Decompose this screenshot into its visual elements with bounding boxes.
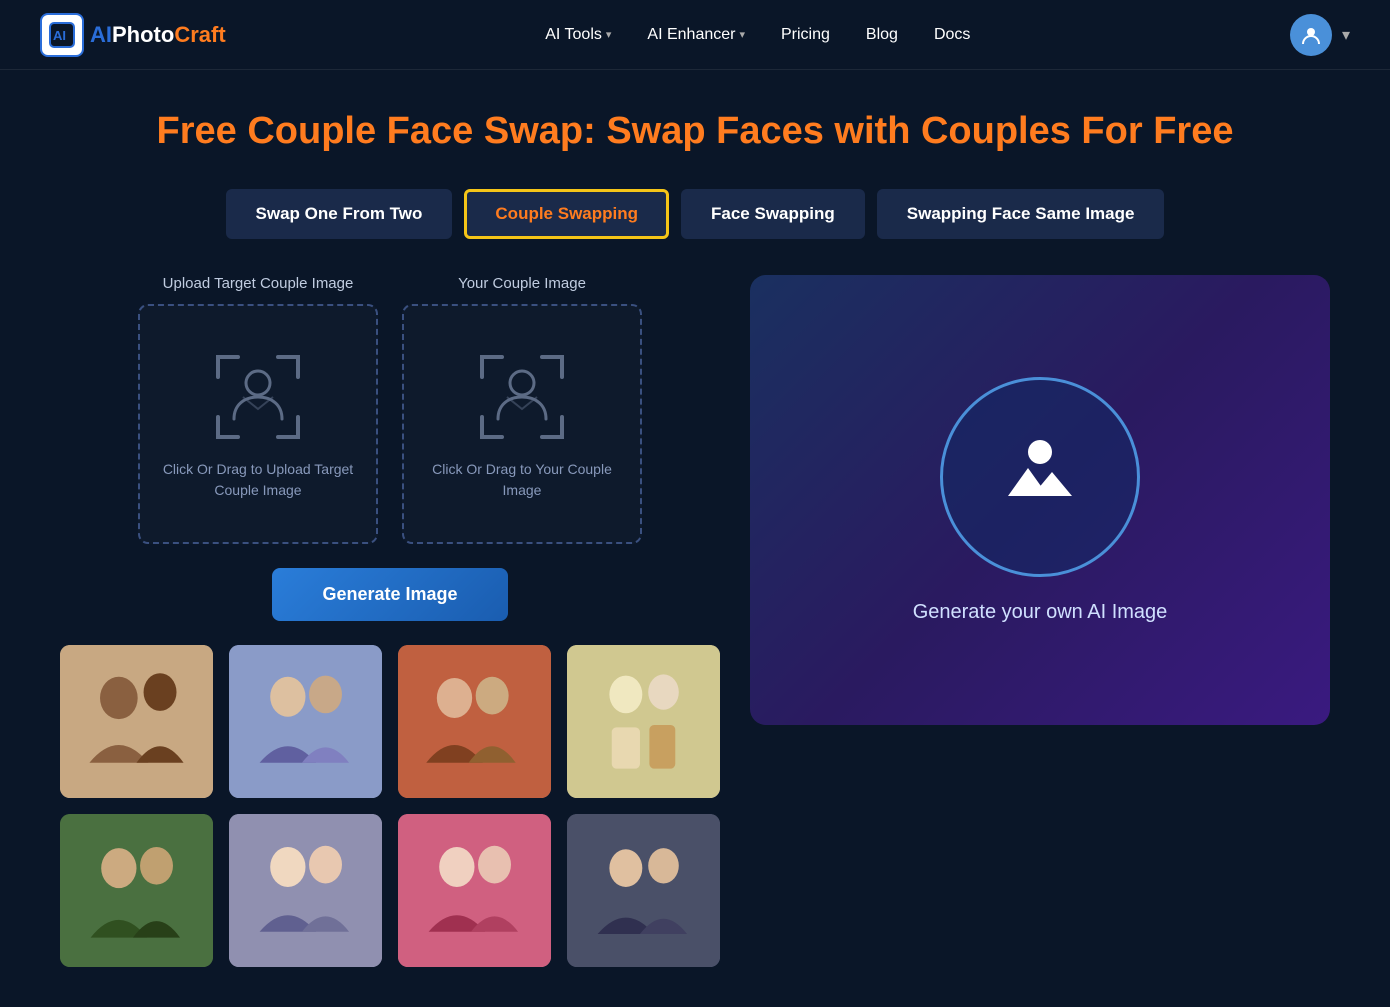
generate-label: Generate your own AI Image: [913, 601, 1168, 624]
chevron-down-icon: ▾: [739, 28, 745, 41]
nav-chevron-icon[interactable]: ▾: [1342, 25, 1350, 45]
sample-image-7[interactable]: [398, 814, 551, 967]
nav-ai-enhancer[interactable]: AI Enhancer ▾: [633, 18, 759, 52]
face-scan-icon: [208, 347, 308, 447]
chevron-down-icon: ▾: [606, 28, 612, 41]
generate-button[interactable]: Generate Image: [272, 568, 507, 621]
right-panel: Generate your own AI Image: [750, 275, 1330, 725]
your-upload-wrapper: Your Couple Image Click Or Drag to Your …: [402, 275, 642, 544]
tab-bar: Swap One From Two Couple Swapping Face S…: [60, 189, 1330, 239]
your-upload-label: Your Couple Image: [458, 275, 586, 292]
svg-text:AI: AI: [53, 28, 66, 43]
sample-image-1[interactable]: [60, 645, 213, 798]
logo-icon: AI: [40, 13, 84, 57]
logo[interactable]: AI AIPhotoCraft: [40, 13, 226, 57]
target-upload-wrapper: Upload Target Couple Image: [138, 275, 378, 544]
target-upload-box[interactable]: Click Or Drag to Upload Target Couple Im…: [138, 304, 378, 544]
target-upload-label: Upload Target Couple Image: [163, 275, 354, 292]
user-avatar-button[interactable]: [1290, 14, 1332, 56]
left-panel: Upload Target Couple Image: [60, 275, 720, 967]
page-title: Free Couple Face Swap: Swap Faces with C…: [60, 110, 1330, 153]
your-upload-box[interactable]: Click Or Drag to Your Couple Image: [402, 304, 642, 544]
nav-links: AI Tools ▾ AI Enhancer ▾ Pricing Blog Do…: [531, 18, 984, 52]
ai-image-circle: [940, 377, 1140, 577]
content-area: Upload Target Couple Image: [60, 275, 1330, 967]
tab-swapping-face-same-image[interactable]: Swapping Face Same Image: [877, 189, 1165, 239]
sample-image-8[interactable]: [567, 814, 720, 967]
your-upload-text: Click Or Drag to Your Couple Image: [404, 459, 640, 501]
tab-swap-one-from-two[interactable]: Swap One From Two: [226, 189, 453, 239]
tab-face-swapping[interactable]: Face Swapping: [681, 189, 865, 239]
sample-grid: [60, 645, 720, 967]
nav-right: ▾: [1290, 14, 1350, 56]
sample-image-6[interactable]: [229, 814, 382, 967]
tab-couple-swapping[interactable]: Couple Swapping: [464, 189, 669, 239]
nav-pricing[interactable]: Pricing: [767, 18, 844, 52]
sample-image-2[interactable]: [229, 645, 382, 798]
sample-image-4[interactable]: [567, 645, 720, 798]
nav-ai-tools[interactable]: AI Tools ▾: [531, 18, 625, 52]
face-scan-icon-2: [472, 347, 572, 447]
sample-image-3[interactable]: [398, 645, 551, 798]
main-content: Free Couple Face Swap: Swap Faces with C…: [0, 70, 1390, 1007]
navbar: AI AIPhotoCraft AI Tools ▾ AI Enhancer ▾…: [0, 0, 1390, 70]
nav-blog[interactable]: Blog: [852, 18, 912, 52]
upload-row: Upload Target Couple Image: [60, 275, 720, 544]
nav-docs[interactable]: Docs: [920, 18, 984, 52]
target-upload-text: Click Or Drag to Upload Target Couple Im…: [140, 459, 376, 501]
ai-image-icon: [1000, 434, 1080, 519]
sample-image-5[interactable]: [60, 814, 213, 967]
